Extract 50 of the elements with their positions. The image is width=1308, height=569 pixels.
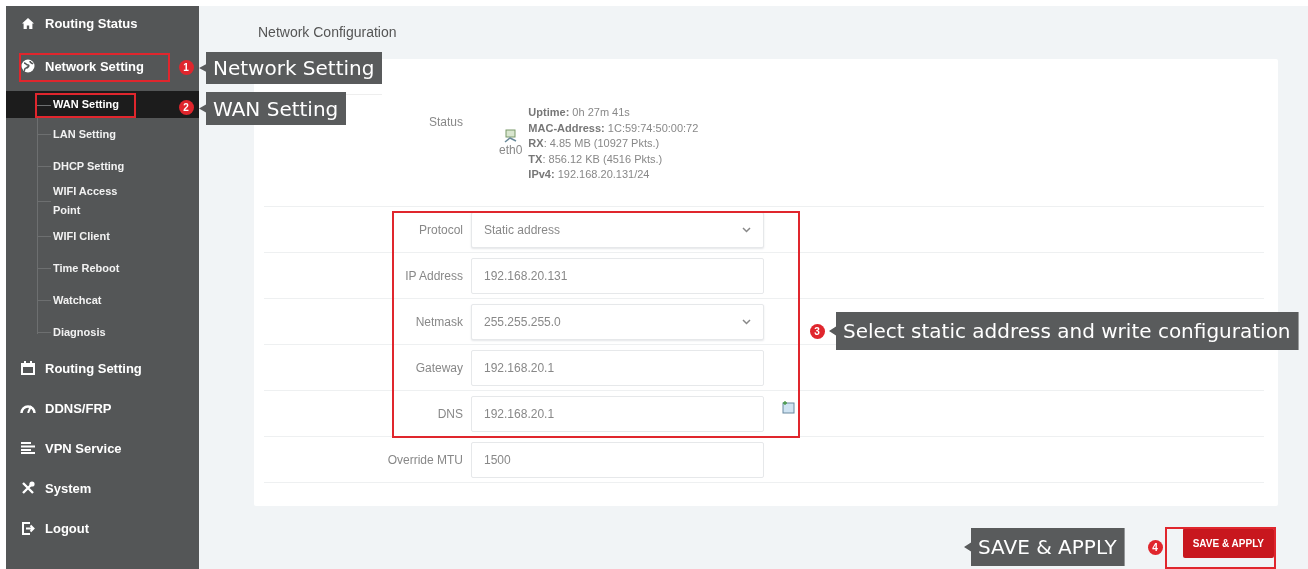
status-line: RX: 4.85 MB (10927 Pkts.) — [528, 136, 661, 151]
input-field[interactable]: 192.168.20.131 — [471, 257, 764, 294]
nav-subitem[interactable]: DHCP Setting — [53, 156, 125, 176]
field-label: Netmask — [415, 314, 463, 329]
nav-item[interactable]: VPN Service — [6, 428, 126, 468]
tools-icon — [21, 481, 35, 495]
input-field[interactable]: 1500 — [471, 441, 764, 478]
logout-icon — [21, 521, 35, 535]
field-label: Protocol — [418, 222, 463, 237]
field-label: DNS — [437, 406, 463, 421]
input-field[interactable]: 192.168.20.1 — [471, 395, 764, 432]
status-line: TX: 856.12 KB (4516 Pkts.) — [528, 151, 664, 167]
chevron-down-icon — [742, 318, 751, 325]
field-label: Status — [428, 115, 463, 129]
select-field[interactable]: Static address — [471, 211, 764, 248]
status-line: MAC-Address: 1C:59:74:50:00:72 — [528, 120, 699, 136]
status-line: IPv4: 192.168.20.131/24 — [528, 167, 651, 182]
field-label: Override MTU — [387, 452, 463, 467]
nav-subitem[interactable]: Diagnosis — [53, 322, 106, 342]
field-label: Gateway — [415, 360, 463, 375]
nav-item[interactable]: Routing Setting — [6, 348, 146, 388]
nav-subitem[interactable]: WIFI Access Point — [53, 182, 133, 220]
nav-subitem[interactable]: WIFI Client — [53, 226, 110, 246]
input-field[interactable]: 192.168.20.1 — [471, 349, 764, 386]
field-label: IP Address — [405, 268, 463, 283]
nav-subitem[interactable]: WAN Setting — [53, 95, 119, 114]
callout-label: Network Setting — [199, 52, 383, 84]
chevron-down-icon — [742, 226, 751, 233]
calendar-icon — [21, 361, 35, 375]
callout-label: Select static address and write configuration — [829, 312, 1299, 350]
nav-item[interactable]: System — [6, 468, 96, 508]
nav-subitem[interactable]: Watchcat — [53, 290, 102, 310]
callout-label: WAN Setting — [199, 92, 347, 125]
page-title: Network Configuration — [258, 24, 398, 40]
nav-subitem[interactable]: Time Reboot — [53, 258, 120, 278]
nav-item[interactable]: Routing Status — [6, 6, 142, 40]
nav-item[interactable]: Network Setting — [6, 46, 148, 86]
status-line: Uptime: 0h 27m 41s — [528, 105, 631, 120]
add-entry-icon[interactable] — [782, 401, 795, 414]
list-icon — [21, 442, 35, 454]
interface-name: eth0 — [499, 143, 523, 159]
home-icon — [22, 17, 34, 29]
gauge-icon — [20, 403, 36, 413]
nav-item[interactable]: Logout — [6, 508, 94, 548]
network-port-icon — [503, 129, 518, 143]
nav-subitem[interactable]: LAN Setting — [53, 124, 116, 144]
nav-item[interactable]: DDNS/FRP — [6, 388, 116, 428]
save-apply-button[interactable]: SAVE & APPLY — [1182, 528, 1274, 558]
callout-label: SAVE & APPLY — [964, 528, 1125, 566]
select-field[interactable]: 255.255.255.0 — [471, 303, 764, 340]
